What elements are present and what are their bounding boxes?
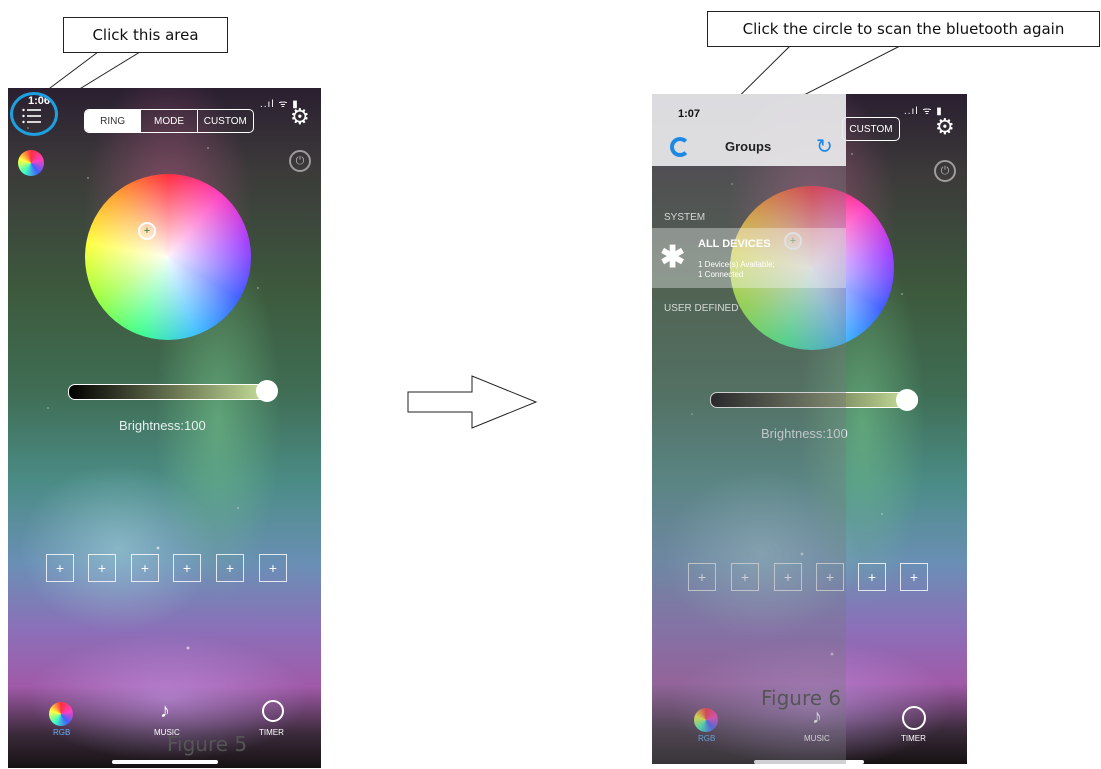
device-name: ALL DEVICES bbox=[698, 238, 771, 250]
timer-icon[interactable] bbox=[902, 706, 926, 730]
power-icon[interactable]: ⏻ bbox=[934, 160, 956, 182]
callout-click-this-area: Click this area bbox=[63, 17, 228, 53]
color-preset-icon[interactable] bbox=[18, 150, 44, 176]
preset-slot-2[interactable]: + bbox=[88, 554, 116, 582]
preset-slot-1[interactable]: + bbox=[46, 554, 74, 582]
device-status-connected: 1 Connected bbox=[698, 270, 744, 279]
phone-screen-right: ..ıl ᯤ ▮ ⚙ CUSTOM ⏻ + Brightness:100 + +… bbox=[652, 94, 967, 764]
preset-slot-6[interactable]: + bbox=[900, 563, 928, 591]
device-status-available: 1 Device(s) Available; bbox=[698, 260, 775, 269]
section-user-defined: USER DEFINED bbox=[664, 303, 739, 314]
brightness-slider-thumb[interactable] bbox=[256, 380, 278, 402]
color-wheel-thumb[interactable]: + bbox=[138, 222, 156, 240]
rgb-tab-icon[interactable] bbox=[49, 702, 73, 726]
refresh-icon[interactable]: ↻ bbox=[816, 134, 833, 159]
section-system: SYSTEM bbox=[664, 212, 706, 223]
color-wheel[interactable] bbox=[85, 174, 251, 340]
mode-segmented-control: RING MODE CUSTOM bbox=[84, 109, 254, 133]
preset-slot-6[interactable]: + bbox=[259, 554, 287, 582]
mode-segmented-control: CUSTOM bbox=[842, 117, 900, 141]
home-indicator bbox=[112, 760, 218, 764]
tab-custom[interactable]: CUSTOM bbox=[843, 118, 899, 140]
settings-gear-icon[interactable]: ⚙ bbox=[290, 104, 310, 130]
brightness-label: Brightness:100 bbox=[119, 418, 206, 433]
preset-slot-3[interactable]: + bbox=[131, 554, 159, 582]
figure-6-caption: Figure 6 bbox=[761, 686, 842, 710]
groups-drawer-header: 1:07 Groups ↻ bbox=[652, 94, 846, 166]
preset-slot-5[interactable]: + bbox=[216, 554, 244, 582]
preset-slot-5[interactable]: + bbox=[858, 563, 886, 591]
status-time: 1:07 bbox=[678, 108, 701, 120]
music-note-icon[interactable]: ♪ bbox=[160, 700, 170, 723]
bluetooth-scan-icon[interactable] bbox=[670, 137, 690, 157]
tab-timer-label[interactable]: TIMER bbox=[259, 728, 284, 737]
drawer-title: Groups bbox=[725, 139, 772, 154]
tab-rgb-label[interactable]: RGB bbox=[53, 728, 70, 737]
phone-screen-left: 1:06 ..ıl ᯤ ▮ RING MODE CUSTOM ⚙ ⏻ + Bri… bbox=[8, 88, 321, 768]
settings-gear-icon[interactable]: ⚙ bbox=[935, 114, 955, 140]
preset-slot-4[interactable]: + bbox=[173, 554, 201, 582]
tab-mode[interactable]: MODE bbox=[140, 110, 196, 132]
tab-ring[interactable]: RING bbox=[85, 110, 141, 132]
all-devices-row[interactable]: ✱ ALL DEVICES 1 Device(s) Available; 1 C… bbox=[652, 228, 846, 288]
brightness-slider[interactable] bbox=[68, 384, 276, 400]
figure-5-caption: Figure 5 bbox=[167, 732, 248, 756]
power-icon[interactable]: ⏻ bbox=[289, 150, 311, 172]
tab-custom[interactable]: CUSTOM bbox=[196, 110, 253, 132]
brightness-slider-thumb[interactable] bbox=[896, 389, 918, 411]
bluetooth-icon: ✱ bbox=[660, 241, 686, 274]
timer-icon[interactable] bbox=[262, 700, 284, 722]
tab-timer-label[interactable]: TIMER bbox=[901, 734, 926, 743]
menu-highlight-circle bbox=[10, 92, 58, 136]
callout-scan-bluetooth: Click the circle to scan the bluetooth a… bbox=[707, 11, 1100, 47]
